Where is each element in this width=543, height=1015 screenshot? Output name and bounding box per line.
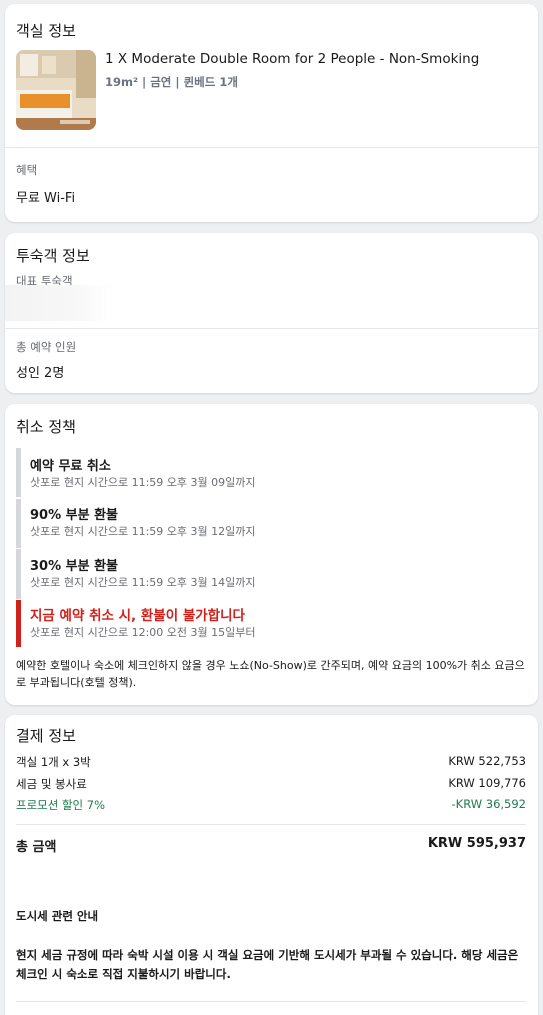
room-photo[interactable] — [16, 50, 96, 130]
payment-title: 결제 정보 — [16, 727, 76, 745]
payment-row-value: KRW 522,753 — [448, 754, 526, 768]
policy-deadline: 삿포로 현지 시간으로 11:59 오후 3월 09일까지 — [30, 476, 256, 489]
timeline-bar-current — [16, 600, 21, 647]
policy-heading: 예약 무료 취소 — [30, 459, 111, 474]
cancellation-title: 취소 정책 — [16, 418, 76, 436]
room-name: 1 X Moderate Double Room for 2 People - … — [105, 51, 480, 67]
policy-step-90: 90% 부분 환불 삿포로 현지 시간으로 11:59 오후 3월 12일까지 — [16, 499, 521, 548]
payment-row-label: 객실 1개 x 3박 — [16, 755, 91, 769]
policy-heading-current: 지금 예약 취소 시, 환불이 불가합니다 — [30, 608, 245, 624]
payment-divider — [16, 824, 526, 825]
timeline-bar — [16, 499, 21, 548]
payment-row-value: KRW 109,776 — [448, 776, 526, 790]
room-details: 19m² | 금연 | 퀸베드 1개 — [105, 75, 238, 89]
policy-deadline: 삿포로 현지 시간으로 12:00 오전 3월 15일부터 — [30, 626, 256, 639]
benefits-label: 혜택 — [16, 163, 38, 177]
timeline-bar — [16, 549, 21, 599]
promo-value: -KRW 36,592 — [451, 797, 526, 811]
total-guests-value: 성인 2명 — [16, 366, 65, 381]
timeline-bar — [16, 448, 21, 497]
room-photo-image — [16, 50, 96, 130]
guest-info-title: 투숙객 정보 — [16, 247, 90, 265]
promo-label: 프로모션 할인 7% — [16, 798, 106, 812]
policy-heading: 90% 부분 환불 — [30, 508, 119, 523]
total-label: 총 금액 — [16, 840, 57, 855]
guest-divider — [5, 328, 538, 329]
payment-info-card: 결제 정보 객실 1개 x 3박 KRW 522,753 세금 및 봉사료 KR… — [5, 715, 538, 1015]
room-divider — [5, 147, 538, 148]
city-tax-title: 도시세 관련 안내 — [16, 909, 99, 923]
benefits-value: 무료 Wi-Fi — [16, 191, 76, 206]
total-value: KRW 595,937 — [427, 836, 526, 851]
policy-step-free: 예약 무료 취소 삿포로 현지 시간으로 11:59 오후 3월 09일까지 — [16, 448, 521, 497]
policy-heading: 30% 부분 환불 — [30, 559, 119, 574]
city-tax-text: 현지 세금 규정에 따라 숙박 시설 이용 시 객실 요금에 기반해 도시세가 … — [16, 948, 519, 981]
policy-step-30: 30% 부분 환불 삿포로 현지 시간으로 11:59 오후 3월 14일까지 — [16, 549, 521, 599]
guest-info-card: 투숙객 정보 대표 투숙객 총 예약 인원 성인 2명 — [5, 233, 538, 393]
policy-step-nonrefundable: 지금 예약 취소 시, 환불이 불가합니다 삿포로 현지 시간으로 12:00 … — [16, 600, 521, 647]
policy-deadline: 삿포로 현지 시간으로 11:59 오후 3월 14일까지 — [30, 576, 256, 589]
payment-row-label: 세금 및 봉사료 — [16, 777, 87, 791]
lead-guest-name-redacted — [5, 285, 115, 321]
room-info-title: 객실 정보 — [16, 22, 76, 40]
room-info-card: 객실 정보 1 X Moderate Double Room for 2 Peo… — [5, 4, 538, 222]
total-guests-label: 총 예약 인원 — [16, 340, 77, 354]
policy-deadline: 삿포로 현지 시간으로 11:59 오후 3월 12일까지 — [30, 525, 256, 538]
no-show-note: 예약한 호텔이나 숙소에 체크인하지 않을 경우 노쇼(No-Show)로 간주… — [16, 659, 525, 689]
payment-bottom-divider — [16, 1001, 526, 1002]
cancellation-policy-card: 취소 정책 예약 무료 취소 삿포로 현지 시간으로 11:59 오후 3월 0… — [5, 404, 538, 705]
